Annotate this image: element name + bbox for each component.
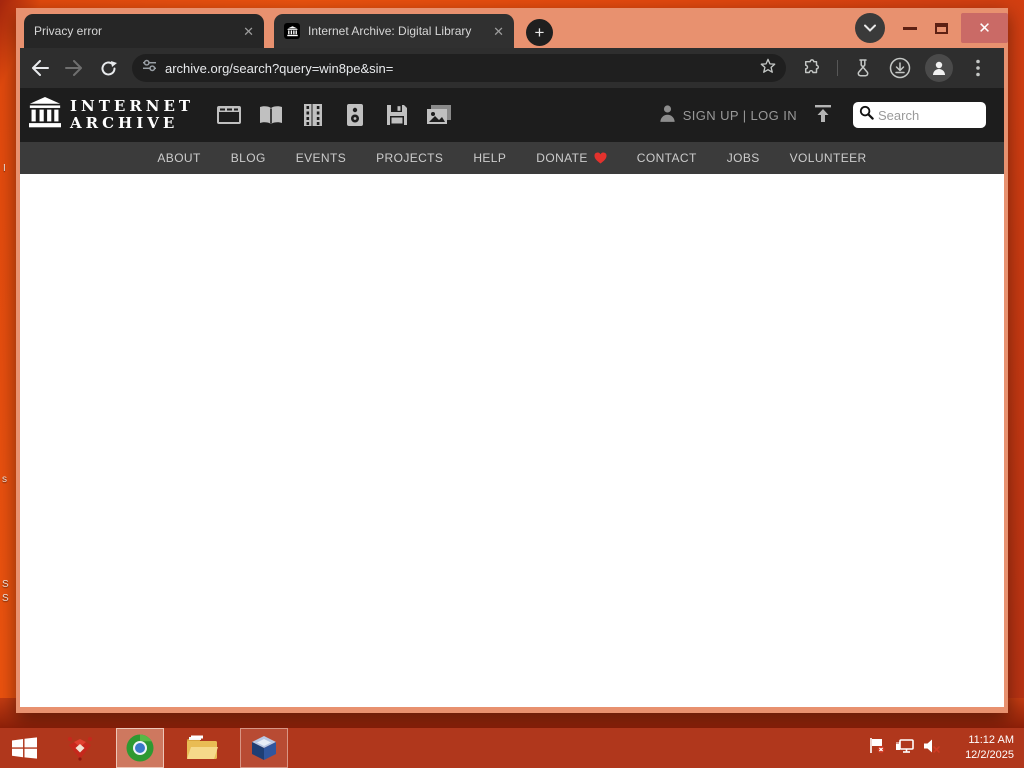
experiments-flask-icon[interactable] xyxy=(851,56,875,80)
clock-time: 11:12 AM xyxy=(968,733,1014,746)
clock-date: 12/2/2025 xyxy=(965,749,1014,761)
toolbar-actions xyxy=(800,54,990,82)
nav-contact[interactable]: CONTACT xyxy=(637,151,697,165)
texts-icon[interactable] xyxy=(258,103,284,127)
web-page: INTERNET ARCHIVE SIGN UP | LOG IN Search… xyxy=(20,88,1004,707)
url-text[interactable]: archive.org/search?query=win8pe&sin= xyxy=(165,61,752,76)
action-center-flag-icon[interactable] xyxy=(869,737,886,759)
ia-header: INTERNET ARCHIVE SIGN UP | LOG IN Search xyxy=(20,88,1004,142)
bookmark-star-icon[interactable] xyxy=(760,58,776,79)
donate-heart-icon xyxy=(594,152,607,164)
desktop: I s S S Privacy error ✕ Internet Archive… xyxy=(0,0,1024,768)
back-icon[interactable] xyxy=(28,56,52,80)
internet-archive-favicon xyxy=(284,23,300,39)
nav-jobs[interactable]: JOBS xyxy=(727,151,760,165)
nav-help[interactable]: HELP xyxy=(473,151,506,165)
system-tray: 11:12 AM 12/2/2025 xyxy=(869,733,1014,764)
software-icon[interactable] xyxy=(384,103,410,127)
nav-volunteer[interactable]: VOLUNTEER xyxy=(790,151,867,165)
video-icon[interactable] xyxy=(300,103,326,127)
nav-about[interactable]: ABOUT xyxy=(157,151,200,165)
upload-icon[interactable] xyxy=(813,103,833,128)
site-settings-icon[interactable] xyxy=(142,59,157,77)
nav-blog[interactable]: BLOG xyxy=(231,151,266,165)
tab-title: Privacy error xyxy=(34,24,103,38)
taskbar-clock[interactable]: 11:12 AM 12/2/2025 xyxy=(956,733,1014,764)
close-button[interactable]: ✕ xyxy=(961,13,1008,43)
file-explorer-icon[interactable] xyxy=(178,728,226,768)
nav-events[interactable]: EVENTS xyxy=(296,151,346,165)
tab-close-icon[interactable]: ✕ xyxy=(493,25,504,38)
desktop-icon-label-fragment: S xyxy=(2,579,9,590)
tab-privacy-error[interactable]: Privacy error ✕ xyxy=(24,14,264,48)
window-controls: ✕ xyxy=(855,8,1008,48)
desktop-icon-label-fragment: S xyxy=(2,593,9,604)
desktop-icon-label-fragment: I xyxy=(3,163,6,174)
web-icon[interactable] xyxy=(216,103,242,127)
forward-icon[interactable] xyxy=(62,56,86,80)
nav-donate[interactable]: DONATE xyxy=(536,151,607,165)
reload-icon[interactable] xyxy=(96,56,120,80)
downloads-icon[interactable] xyxy=(888,56,912,80)
address-bar[interactable]: archive.org/search?query=win8pe&sin= xyxy=(132,54,786,82)
red-app-icon[interactable] xyxy=(56,728,104,768)
internet-archive-logo-icon[interactable] xyxy=(28,96,62,134)
search-icon xyxy=(859,105,874,125)
signup-login-link[interactable]: SIGN UP | LOG IN xyxy=(683,108,797,123)
profile-avatar-icon[interactable] xyxy=(925,54,953,82)
toolbar-divider xyxy=(837,60,838,76)
taskbar: 11:12 AM 12/2/2025 xyxy=(0,728,1024,768)
network-icon[interactable] xyxy=(895,738,914,759)
ia-search-box[interactable] xyxy=(853,102,986,128)
page-content-blank xyxy=(20,174,1004,707)
chromium-green-icon[interactable] xyxy=(116,728,164,768)
ia-search-input[interactable] xyxy=(878,107,974,123)
volume-muted-icon[interactable] xyxy=(923,738,941,759)
images-icon[interactable] xyxy=(426,103,452,127)
menu-kebab-icon[interactable] xyxy=(966,56,990,80)
start-button[interactable] xyxy=(0,728,48,768)
tab-internet-archive[interactable]: Internet Archive: Digital Library ✕ xyxy=(274,14,514,48)
ia-nav: ABOUT BLOG EVENTS PROJECTS HELP DONATE C… xyxy=(20,142,1004,174)
tab-strip: Privacy error ✕ Internet Archive: Digita… xyxy=(24,14,553,48)
person-icon xyxy=(658,103,677,128)
new-tab-button[interactable]: + xyxy=(526,19,553,46)
maximize-button[interactable] xyxy=(935,22,948,34)
media-type-icons xyxy=(216,103,452,127)
extensions-icon[interactable] xyxy=(800,56,824,80)
tab-title: Internet Archive: Digital Library xyxy=(308,24,472,38)
browser-toolbar: archive.org/search?query=win8pe&sin= xyxy=(20,48,1004,88)
tab-search-button[interactable] xyxy=(855,13,885,43)
chevron-down-icon xyxy=(864,24,876,32)
nav-projects[interactable]: PROJECTS xyxy=(376,151,443,165)
window-titlebar[interactable]: Privacy error ✕ Internet Archive: Digita… xyxy=(20,8,1008,48)
ia-wordmark[interactable]: INTERNET ARCHIVE xyxy=(70,98,194,132)
virtualbox-icon[interactable] xyxy=(240,728,288,768)
minimize-button[interactable] xyxy=(903,26,917,30)
browser-window: Privacy error ✕ Internet Archive: Digita… xyxy=(16,8,1008,713)
audio-icon[interactable] xyxy=(342,103,368,127)
desktop-icon-label-fragment: s xyxy=(2,474,7,485)
tab-close-icon[interactable]: ✕ xyxy=(243,25,254,38)
